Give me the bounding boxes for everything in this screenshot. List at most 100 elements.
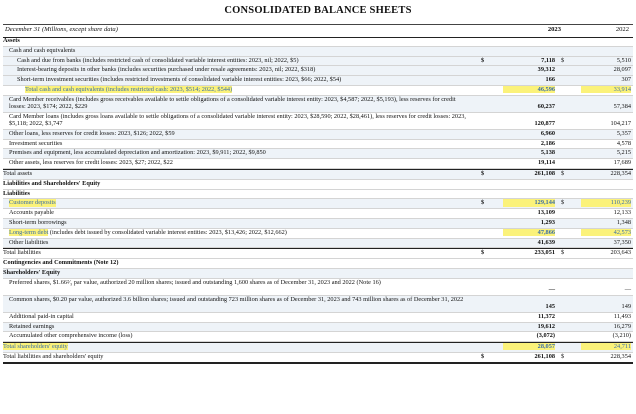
table-row: Contingencies and Commitments (Note 12) [3, 259, 633, 269]
row-label: Premises and equipment, less accumulated… [9, 149, 266, 157]
value-2023: — [548, 285, 555, 293]
header-label: December 31 (Millions, except share data… [5, 26, 118, 33]
currency-symbol-2022: $ [561, 169, 565, 177]
table-row: Cash and cash equivalents [3, 46, 633, 57]
value-2022: 4,578 [616, 139, 631, 147]
value-2023: 47,866 [503, 228, 555, 236]
table-row: Short-term investment securities (includ… [3, 76, 633, 86]
row-label: Total shareholders' equity [3, 343, 68, 351]
row-label: Common shares, $0.20 par value, authoriz… [9, 295, 464, 303]
table-row: Retained earnings 19,612 16,279 [3, 322, 633, 333]
row-label: Cash and due from banks (includes restri… [17, 56, 299, 64]
value-2022: 11,493 [613, 312, 631, 320]
value-2022: (3,210) [612, 332, 631, 340]
value-2023: 46,596 [503, 85, 555, 94]
row-label: Cash and cash equivalents [9, 46, 76, 54]
value-2023: 39,312 [537, 66, 555, 74]
row-label: Long-term debt (includes debt issued by … [9, 228, 287, 236]
row-label: Total assets [3, 169, 33, 177]
value-2023: 7,118 [541, 56, 555, 64]
value-2023: 1,293 [540, 218, 555, 226]
balance-sheet-page: CONSOLIDATED BALANCE SHEETS December 31 … [0, 0, 636, 414]
value-2022: — [624, 285, 631, 293]
table-row: Preferred shares, $1.66²⁄₃ par value, au… [3, 279, 633, 296]
table-row: Interest-bearing deposits in other banks… [3, 66, 633, 77]
currency-symbol-2023: $ [481, 199, 485, 207]
table-row: Common shares, $0.20 par value, authoriz… [3, 295, 633, 313]
value-2023: 166 [545, 76, 555, 84]
currency-symbol-2023: $ [481, 169, 485, 177]
table-row: Long-term debt (includes debt issued by … [3, 228, 633, 239]
currency-symbol-2022: $ [561, 199, 565, 207]
table-row: Card Member loans (includes gross loans … [3, 113, 633, 130]
row-label: Total liabilities [3, 249, 41, 257]
value-2023: 261,108 [534, 169, 555, 177]
value-2022: 24,711 [581, 343, 631, 351]
row-label: Card Member receivables (includes gross … [9, 95, 456, 110]
row-label: Other loans, less reserves for credit lo… [9, 129, 175, 137]
currency-symbol-2022: $ [561, 56, 565, 64]
balance-sheet-table: Assets Cash and cash equivalents Cash and … [3, 37, 633, 364]
value-2022: 16,279 [613, 322, 631, 330]
value-2023: 19,114 [538, 159, 555, 167]
table-row: Liabilities and Shareholders' Equity [3, 180, 633, 190]
value-2023: (3,072) [536, 332, 555, 340]
row-label: Card Member loans (includes gross loans … [9, 112, 466, 127]
table-row: Accumulated other comprehensive income (… [3, 332, 633, 343]
row-label: Other assets, less reserves for credit l… [9, 159, 173, 167]
table-header: December 31 (Millions, except share data… [3, 24, 633, 38]
table-row: Investment securities 2,186 4,578 [3, 140, 633, 150]
page-title: CONSOLIDATED BALANCE SHEETS [224, 5, 412, 16]
value-2022: 203,643 [610, 249, 631, 257]
value-2023: 129,144 [503, 199, 555, 207]
value-2022: 12,133 [613, 209, 631, 217]
value-2022: 37,350 [613, 238, 631, 246]
table-row: Total cash and cash equivalents (include… [3, 85, 633, 96]
row-label: Short-term investment securities (includ… [17, 76, 342, 84]
value-2022: 28,097 [613, 66, 631, 74]
value-2023: 41,639 [537, 238, 555, 246]
value-2023: 5,138 [540, 149, 555, 157]
row-label: Total cash and cash equivalents (include… [25, 85, 233, 94]
currency-symbol-2023: $ [481, 249, 485, 257]
table-row: Total liabilities $233,051 $203,643 [3, 248, 633, 260]
table-row: Premises and equipment, less accumulated… [3, 149, 633, 160]
value-2022: 17,689 [613, 159, 631, 167]
row-label: Customer deposits [9, 199, 56, 207]
value-2023: 2,186 [540, 139, 555, 147]
value-2023: 60,237 [537, 102, 555, 110]
value-2023: 19,612 [537, 322, 555, 330]
table-row: Assets [3, 37, 633, 47]
row-label: Interest-bearing deposits in other banks… [17, 66, 316, 74]
row-label: Other liabilities [9, 238, 49, 246]
row-label: Investment securities [9, 139, 63, 147]
table-row: Card Member receivables (includes gross … [3, 95, 633, 113]
table-row: Other assets, less reserves for credit l… [3, 159, 633, 169]
value-2023: 233,051 [534, 249, 555, 257]
table-row: Total assets $261,108 $228,354 [3, 168, 633, 180]
value-2022: 57,384 [613, 102, 631, 110]
row-label: Liabilities and Shareholders' Equity [3, 179, 101, 187]
value-2023: 145 [545, 302, 555, 310]
row-label: Shareholders' Equity [3, 268, 61, 276]
value-2022: 5,215 [616, 149, 631, 157]
header-year-2022: 2022 [615, 26, 629, 33]
value-2023: 261,108 [534, 352, 555, 360]
row-label: Liabilities [3, 189, 30, 197]
table-row: Cash and due from banks (includes restri… [3, 56, 633, 67]
row-label: Assets [3, 37, 20, 44]
row-label: Preferred shares, $1.66²⁄₃ par value, au… [9, 278, 381, 286]
value-2023: 6,960 [540, 129, 555, 137]
value-2023: 120,877 [534, 119, 555, 127]
value-2022: 33,914 [581, 85, 631, 94]
value-2022: 5,510 [616, 56, 631, 64]
row-label: Accounts payable [9, 209, 54, 217]
row-label: Additional paid-in capital [9, 312, 74, 320]
value-2022: 307 [621, 76, 631, 84]
header-year-2023: 2023 [547, 26, 561, 33]
value-2023: 13,109 [537, 209, 555, 217]
value-2022: 228,354 [610, 169, 631, 177]
table-row: Additional paid-in capital 11,372 11,493 [3, 313, 633, 323]
table-row: Accounts payable 13,109 12,133 [3, 209, 633, 219]
table-row: Short-term borrowings 1,293 1,348 [3, 218, 633, 229]
